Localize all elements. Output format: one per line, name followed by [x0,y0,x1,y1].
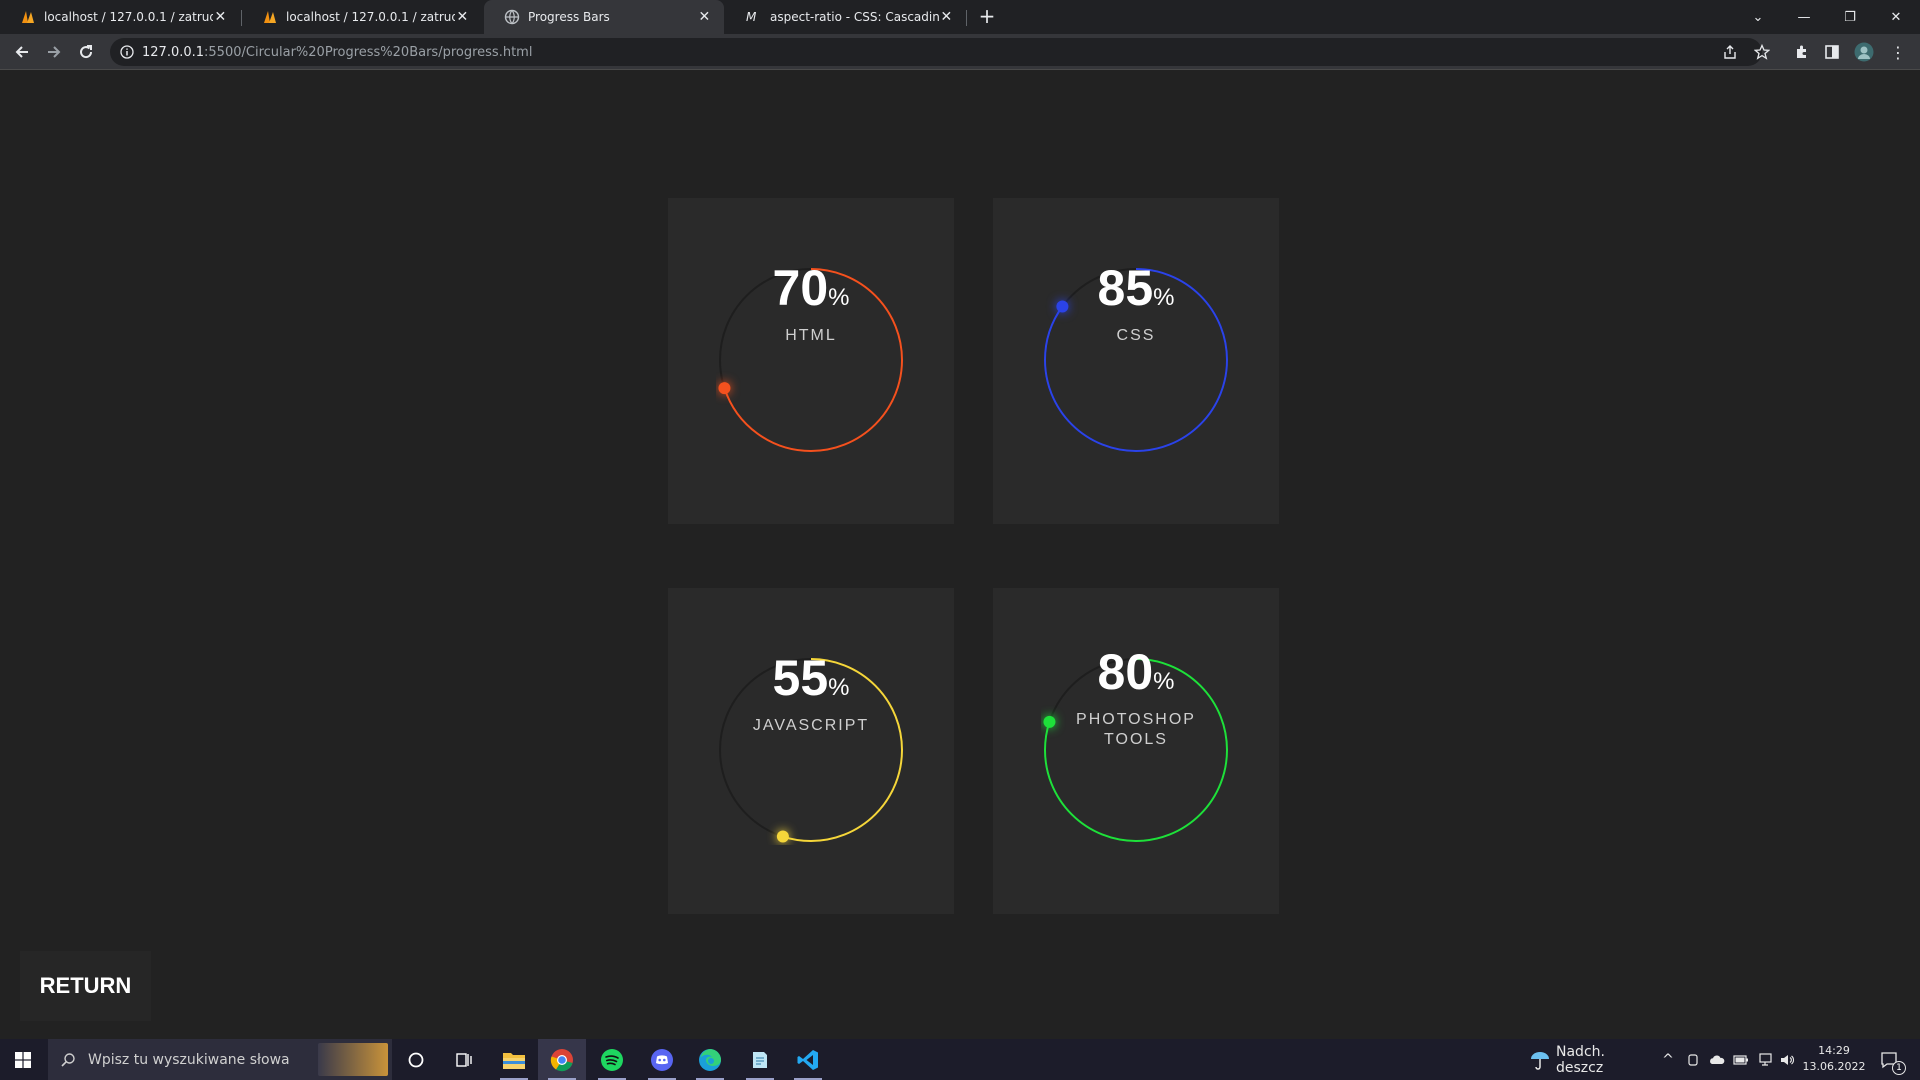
progress-value: 70% [772,260,850,316]
progress-value: 55% [772,650,850,706]
progress-label: PHOTOSHOP [1076,711,1196,728]
progress-value: 85% [1097,260,1175,316]
tab-title: aspect-ratio - CSS: Cascading Sty [770,10,939,24]
spotify-icon[interactable] [588,1039,636,1080]
battery-icon[interactable] [1730,1039,1752,1080]
close-window-button[interactable]: ✕ [1874,0,1918,34]
progress-end-dot [776,830,789,843]
globe-icon [504,9,520,25]
notepad-icon[interactable] [736,1039,784,1080]
percent-sign: % [828,284,850,311]
address-bar[interactable]: 127.0.0.1:5500/Circular%20Progress%20Bar… [110,38,1762,66]
percent-sign: % [828,674,850,701]
progress-label: JAVASCRIPT [752,717,870,734]
clock-time: 14:29 [1818,1044,1850,1057]
volume-icon[interactable] [1776,1039,1798,1080]
notification-count: 1 [1892,1061,1906,1075]
progress-card-html: 70% HTML [668,198,954,524]
tab-mdn-aspect-ratio[interactable]: M aspect-ratio - CSS: Cascading Sty ✕ [726,0,966,34]
browser-toolbar: 127.0.0.1:5500/Circular%20Progress%20Bar… [0,34,1920,70]
close-tab-icon[interactable]: ✕ [939,9,954,25]
tab-title: localhost / 127.0.0.1 / zatrudnien [44,10,213,24]
phpmyadmin-icon [22,11,34,23]
tab-progress-bars[interactable]: Progress Bars ✕ [484,0,724,34]
side-panel-icon[interactable] [1822,42,1842,62]
task-view-icon[interactable] [440,1039,488,1080]
chrome-icon[interactable] [538,1039,586,1080]
minimize-button[interactable]: — [1782,0,1826,34]
progress-card-photoshop: 80% PHOTOSHOP TOOLS [993,588,1279,914]
cortana-icon[interactable] [392,1039,440,1080]
mdn-icon: M [746,10,757,24]
forward-button[interactable] [42,40,66,64]
progress-value: 80% [1097,644,1175,700]
return-button[interactable]: RETURN [20,951,151,1021]
phpmyadmin-icon [264,11,276,23]
share-icon[interactable] [1720,42,1740,62]
restore-button[interactable]: ❐ [1828,0,1872,34]
search-icon [61,1052,75,1067]
tab-title: Progress Bars [528,10,610,24]
percent-sign: % [1153,668,1175,695]
search-placeholder: Wpisz tu wyszukiwane słowa [88,1051,290,1068]
progress-label: HTML [785,327,837,344]
browser-menu-icon[interactable]: ⋮ [1888,42,1908,62]
url-host: 127.0.0.1 [142,44,205,60]
taskbar-clock[interactable]: 14:29 13.06.2022 [1800,1043,1868,1075]
progress-label: CSS [1116,327,1156,344]
close-tab-icon[interactable]: ✕ [213,9,228,25]
clock-date: 13.06.2022 [1802,1060,1866,1073]
meet-now-icon[interactable] [1682,1039,1704,1080]
show-hidden-icons-icon[interactable]: ^ [1656,1039,1680,1080]
weather-icon[interactable] [1520,1039,1560,1080]
discord-icon[interactable] [638,1039,686,1080]
bookmark-star-icon[interactable] [1752,42,1772,62]
network-icon[interactable] [1754,1039,1776,1080]
progress-label-line2: TOOLS [1104,731,1168,748]
weather-text[interactable]: Nadch. deszcz [1556,1039,1648,1080]
info-icon[interactable] [120,45,134,59]
arrow-right-icon [48,46,61,58]
tab-phpmyadmin-2[interactable]: localhost / 127.0.0.1 / zatrudnien ✕ [242,0,482,34]
close-tab-icon[interactable]: ✕ [697,9,712,25]
taskbar-search-input[interactable]: Wpisz tu wyszukiwane słowa [48,1039,392,1080]
tab-search-icon[interactable]: ⌄ [1736,0,1780,34]
progress-end-dot [718,382,731,395]
edge-icon[interactable] [686,1039,734,1080]
onedrive-icon[interactable] [1706,1039,1728,1080]
close-tab-icon[interactable]: ✕ [455,9,470,25]
url-path: :5500/Circular%20Progress%20Bars/progres… [204,44,533,60]
page-content: 70% HTML 85% CSS 55% JAVASCRIPT 80% PHOT… [0,71,1920,1039]
browser-tabstrip: localhost / 127.0.0.1 / zatrudnien ✕ loc… [0,0,1920,34]
file-explorer-icon[interactable] [490,1039,538,1080]
new-tab-button[interactable]: + [976,6,998,28]
reload-button[interactable] [74,40,98,64]
tab-title: localhost / 127.0.0.1 / zatrudnien [286,10,455,24]
percent-sign: % [1153,284,1175,311]
arrow-left-icon [15,46,28,58]
extensions-icon[interactable] [1792,42,1812,62]
back-button[interactable] [10,40,34,64]
tab-phpmyadmin-1[interactable]: localhost / 127.0.0.1 / zatrudnien ✕ [0,0,240,34]
taskbar: Wpisz tu wyszukiwane słowa Nadch. deszcz… [0,1039,1920,1080]
vscode-icon[interactable] [784,1039,832,1080]
profile-avatar[interactable] [1854,42,1874,62]
reload-icon [80,45,93,59]
windows-start-icon[interactable] [0,1039,46,1080]
progress-card-css: 85% CSS [993,198,1279,524]
search-highlight-illustration [318,1043,388,1076]
progress-card-javascript: 55% JAVASCRIPT [668,588,954,914]
notification-center-icon[interactable]: 1 [1872,1039,1906,1080]
